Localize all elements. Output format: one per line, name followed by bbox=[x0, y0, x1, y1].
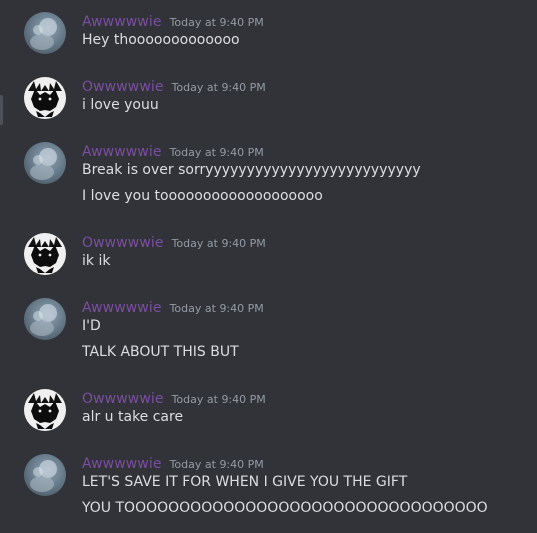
message-timestamp[interactable]: Today at 9:40 PM bbox=[172, 237, 266, 250]
avatar[interactable] bbox=[24, 142, 66, 184]
chat-message-list: Awwwwwie Today at 9:40 PM Hey thooooooooo… bbox=[0, 0, 537, 533]
author-name[interactable]: Owwwwwie bbox=[82, 79, 164, 95]
message-timestamp[interactable]: Today at 9:40 PM bbox=[170, 302, 264, 315]
message-header: Owwwwwie Today at 9:40 PM bbox=[82, 232, 266, 252]
avatar[interactable] bbox=[24, 12, 66, 54]
message-header: Awwwwwie Today at 9:40 PM bbox=[82, 453, 264, 473]
author-name[interactable]: Awwwwwie bbox=[82, 14, 162, 30]
avatar[interactable] bbox=[24, 77, 66, 119]
author-name[interactable]: Owwwwwie bbox=[82, 235, 164, 251]
message-header: Awwwwwie Today at 9:40 PM bbox=[82, 11, 264, 31]
avatar[interactable] bbox=[24, 389, 66, 431]
message-text: Break is over sorryyyyyyyyyyyyyyyyyyyyyy… bbox=[82, 162, 421, 178]
message-timestamp[interactable]: Today at 9:40 PM bbox=[170, 146, 264, 159]
message-header: Owwwwwie Today at 9:40 PM bbox=[82, 388, 266, 408]
author-name[interactable]: Awwwwwie bbox=[82, 456, 162, 472]
message-header: Owwwwwie Today at 9:40 PM bbox=[82, 76, 266, 96]
message-header: Awwwwwie Today at 9:40 PM bbox=[82, 141, 264, 161]
author-name[interactable]: Awwwwwie bbox=[82, 300, 162, 316]
message-text: YOU TOOOOOOOOOOOOOOOOOOOOOOOOOOOOOOOOO bbox=[82, 500, 488, 516]
cat-avatar-icon bbox=[25, 78, 65, 118]
message-timestamp[interactable]: Today at 9:40 PM bbox=[170, 16, 264, 29]
message-text: ik ik bbox=[82, 253, 111, 269]
message-timestamp[interactable]: Today at 9:40 PM bbox=[172, 393, 266, 406]
author-name[interactable]: Awwwwwie bbox=[82, 144, 162, 160]
cat-avatar-icon bbox=[25, 390, 65, 430]
message-text: LET'S SAVE IT FOR WHEN I GIVE YOU THE GI… bbox=[82, 474, 408, 490]
message-text: alr u take care bbox=[82, 409, 184, 425]
avatar[interactable] bbox=[24, 233, 66, 275]
user-avatar-icon bbox=[30, 148, 57, 180]
user-avatar-icon bbox=[30, 304, 57, 336]
message-text: Hey thooooooooooooo bbox=[82, 32, 240, 48]
cat-avatar-icon bbox=[25, 234, 65, 274]
avatar[interactable] bbox=[24, 454, 66, 496]
message-header: Awwwwwie Today at 9:40 PM bbox=[82, 297, 264, 317]
message-text: i love youu bbox=[82, 97, 159, 113]
avatar[interactable] bbox=[24, 298, 66, 340]
message-text: TALK ABOUT THIS BUT bbox=[82, 344, 239, 360]
message-timestamp[interactable]: Today at 9:40 PM bbox=[170, 458, 264, 471]
user-avatar-icon bbox=[30, 18, 57, 50]
message-text: I love you tooooooooooooooooooo bbox=[82, 188, 323, 204]
author-name[interactable]: Owwwwwie bbox=[82, 391, 164, 407]
message-text: I'D bbox=[82, 318, 101, 334]
message-timestamp[interactable]: Today at 9:40 PM bbox=[172, 81, 266, 94]
user-avatar-icon bbox=[30, 460, 57, 492]
